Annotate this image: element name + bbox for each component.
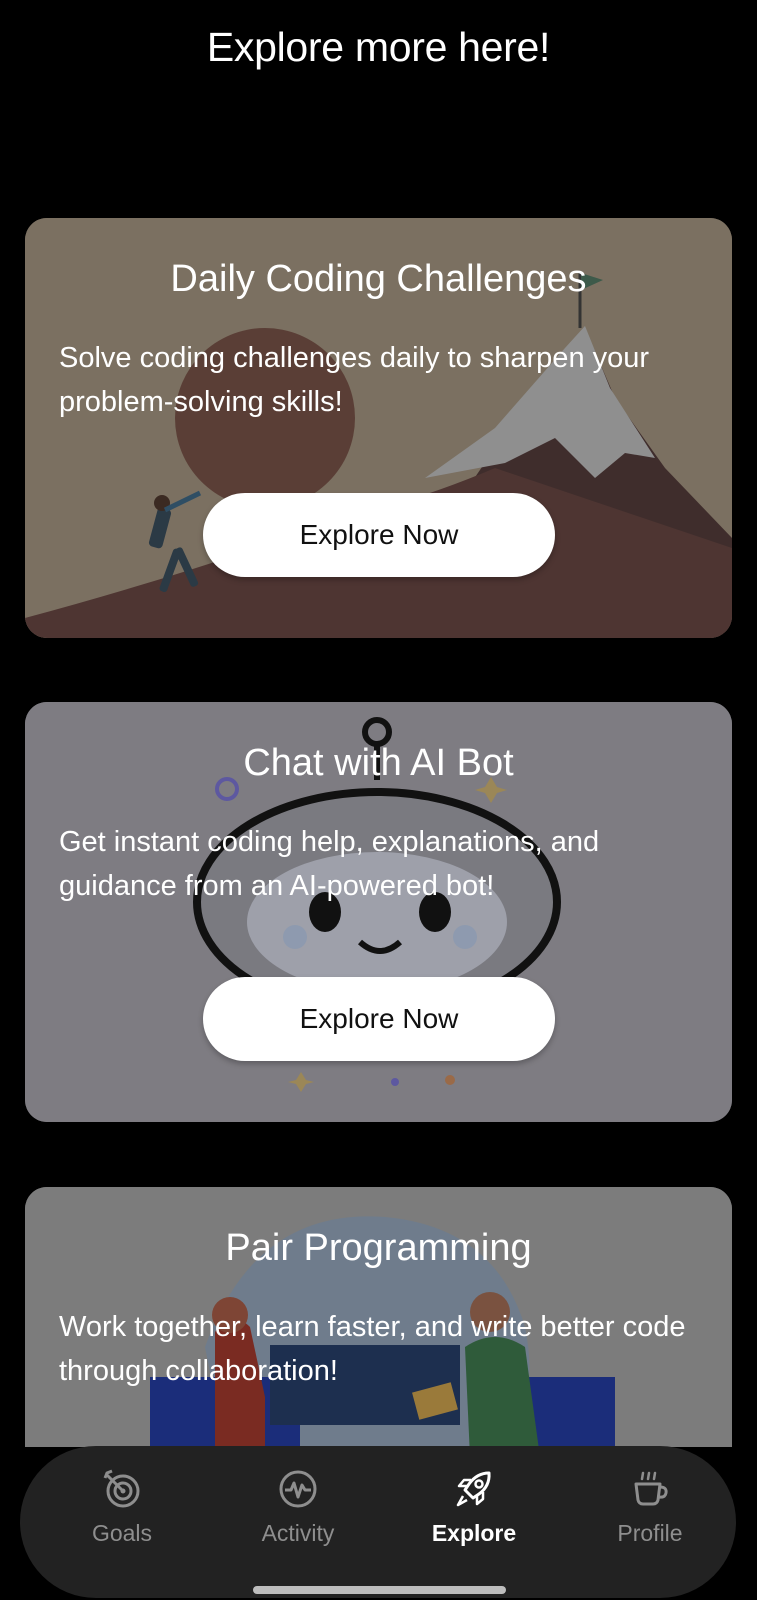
bottom-navigation: Goals Activity Explore Profile: [20, 1446, 736, 1598]
nav-label: Explore: [431, 1520, 517, 1546]
chat-with-ai-bot-card: Chat with AI Bot Get instant coding help…: [25, 702, 732, 1122]
nav-item-goals[interactable]: Goals: [37, 1468, 207, 1558]
nav-item-activity[interactable]: Activity: [213, 1468, 383, 1558]
daily-coding-challenges-card: Daily Coding Challenges Solve coding cha…: [25, 218, 732, 638]
card-title: Daily Coding Challenges: [170, 258, 587, 300]
card-description: Work together, learn faster, and write b…: [59, 1311, 686, 1387]
nav-label: Profile: [617, 1520, 683, 1546]
target-icon: [103, 1469, 140, 1508]
activity-icon: [279, 1470, 317, 1508]
page-title: Explore more here!: [206, 24, 551, 70]
card-title: Chat with AI Bot: [243, 742, 514, 784]
rocket-icon: [456, 1471, 491, 1507]
nav-label: Activity: [261, 1520, 335, 1546]
card-description: Solve coding challenges daily to sharpen…: [59, 342, 650, 418]
explore-now-button[interactable]: Explore Now: [203, 493, 555, 577]
explore-now-button[interactable]: Explore Now: [203, 977, 555, 1061]
card-description: Get instant coding help, explanations, a…: [59, 826, 600, 902]
nav-item-profile[interactable]: Profile: [565, 1468, 735, 1558]
nav-label: Goals: [91, 1520, 153, 1546]
home-indicator[interactable]: [253, 1586, 506, 1594]
nav-item-explore[interactable]: Explore: [389, 1468, 559, 1558]
coffee-icon: [634, 1471, 668, 1506]
pair-programming-card: Pair Programming Work together, learn fa…: [25, 1187, 732, 1447]
card-title: Pair Programming: [225, 1227, 532, 1269]
